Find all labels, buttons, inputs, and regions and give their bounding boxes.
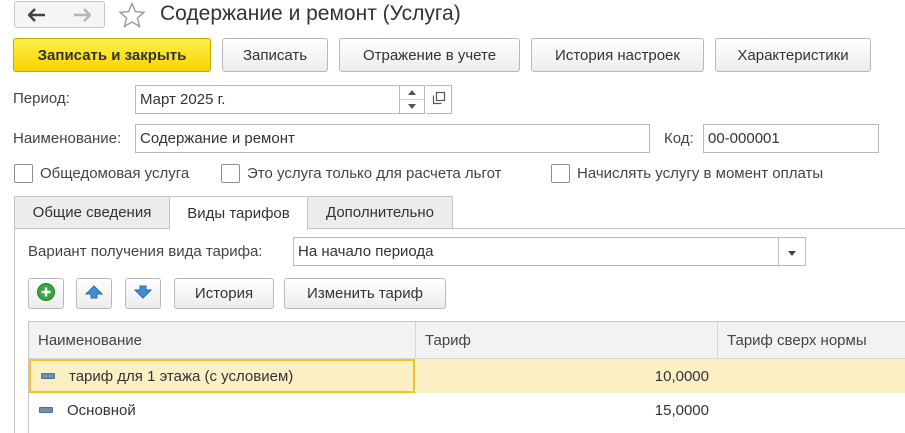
variant-select[interactable]: На начало периода [293,237,779,266]
stepper-up-icon[interactable] [400,86,424,100]
tab-general[interactable]: Общие сведения [14,196,170,229]
dash-icon [41,373,55,379]
arrow-down-icon [133,285,153,303]
characteristics-button[interactable]: Характеристики [715,38,871,72]
column-header-tariff[interactable]: Тариф [416,322,718,359]
arrow-up-icon [84,284,104,303]
stepper-down-icon[interactable] [400,100,424,114]
change-tariff-button[interactable]: Изменить тариф [284,278,446,309]
code-label: Код: [664,130,694,147]
tab-tariff-types[interactable]: Виды тарифов [169,196,308,230]
move-up-button[interactable] [76,278,112,309]
row-name-cell[interactable]: тариф для 1 этажа (с условием) [29,359,415,393]
add-tariff-button[interactable] [28,278,64,309]
tab-additional[interactable]: Дополнительно [307,196,453,229]
row-name-cell[interactable]: Основной [29,393,415,427]
history-settings-button[interactable]: История настроек [531,38,704,72]
row-name: тариф для 1 этажа (с условием) [69,367,294,385]
arrow-right-icon [73,7,91,22]
open-form-button[interactable] [426,85,452,114]
arrow-left-icon [28,7,46,22]
checkbox-charge-on-payment-label: Начислять услугу в момент оплаты [577,165,824,182]
chevron-down-icon [788,243,796,260]
name-input[interactable]: Содержание и ремонт [135,124,650,153]
table-row[interactable]: Основной 15,0000 [29,393,905,427]
forward-button[interactable] [59,1,105,28]
row-tariff[interactable]: 10,0000 [416,359,718,393]
window-title: Содержание и ремонт (Услуга) [160,2,461,25]
variant-label: Вариант получения вида тарифа: [28,243,263,260]
column-header-over-norm[interactable]: Тариф сверх нормы [718,322,905,359]
variant-dropdown-button[interactable] [778,237,806,266]
save-button[interactable]: Записать [222,38,328,72]
checkbox-benefits-only[interactable] [221,164,240,183]
period-input[interactable]: Март 2025 г. [135,85,400,114]
table-row[interactable]: тариф для 1 этажа (с условием) 10,0000 [29,359,905,393]
save-and-close-button[interactable]: Записать и закрыть [13,38,211,72]
row-over-norm[interactable] [718,359,905,393]
code-input[interactable]: 00-000001 [703,124,879,153]
row-over-norm[interactable] [718,393,905,427]
history-button[interactable]: История [174,278,274,309]
period-label: Период: [13,90,70,107]
table-header: Наименование Тариф Тариф сверх нормы [29,322,905,359]
name-label: Наименование: [13,130,122,147]
checkbox-charge-on-payment[interactable] [551,164,570,183]
column-header-name[interactable]: Наименование [29,322,416,359]
tariff-table: Наименование Тариф Тариф сверх нормы тар… [28,321,905,433]
back-button[interactable] [14,1,60,28]
row-name: Основной [67,401,136,419]
checkbox-common-house-label: Общедомовая услуга [40,165,190,182]
period-stepper[interactable] [399,85,425,114]
checkbox-benefits-only-label: Это услуга только для расчета льгот [247,165,502,182]
open-window-icon [432,91,446,109]
accounting-button[interactable]: Отражение в учете [339,38,520,72]
checkbox-common-house[interactable] [14,164,33,183]
dash-icon [39,407,53,413]
move-down-button[interactable] [125,278,161,309]
star-icon[interactable] [118,1,146,28]
row-tariff[interactable]: 15,0000 [416,393,718,427]
plus-circle-icon [36,282,56,306]
